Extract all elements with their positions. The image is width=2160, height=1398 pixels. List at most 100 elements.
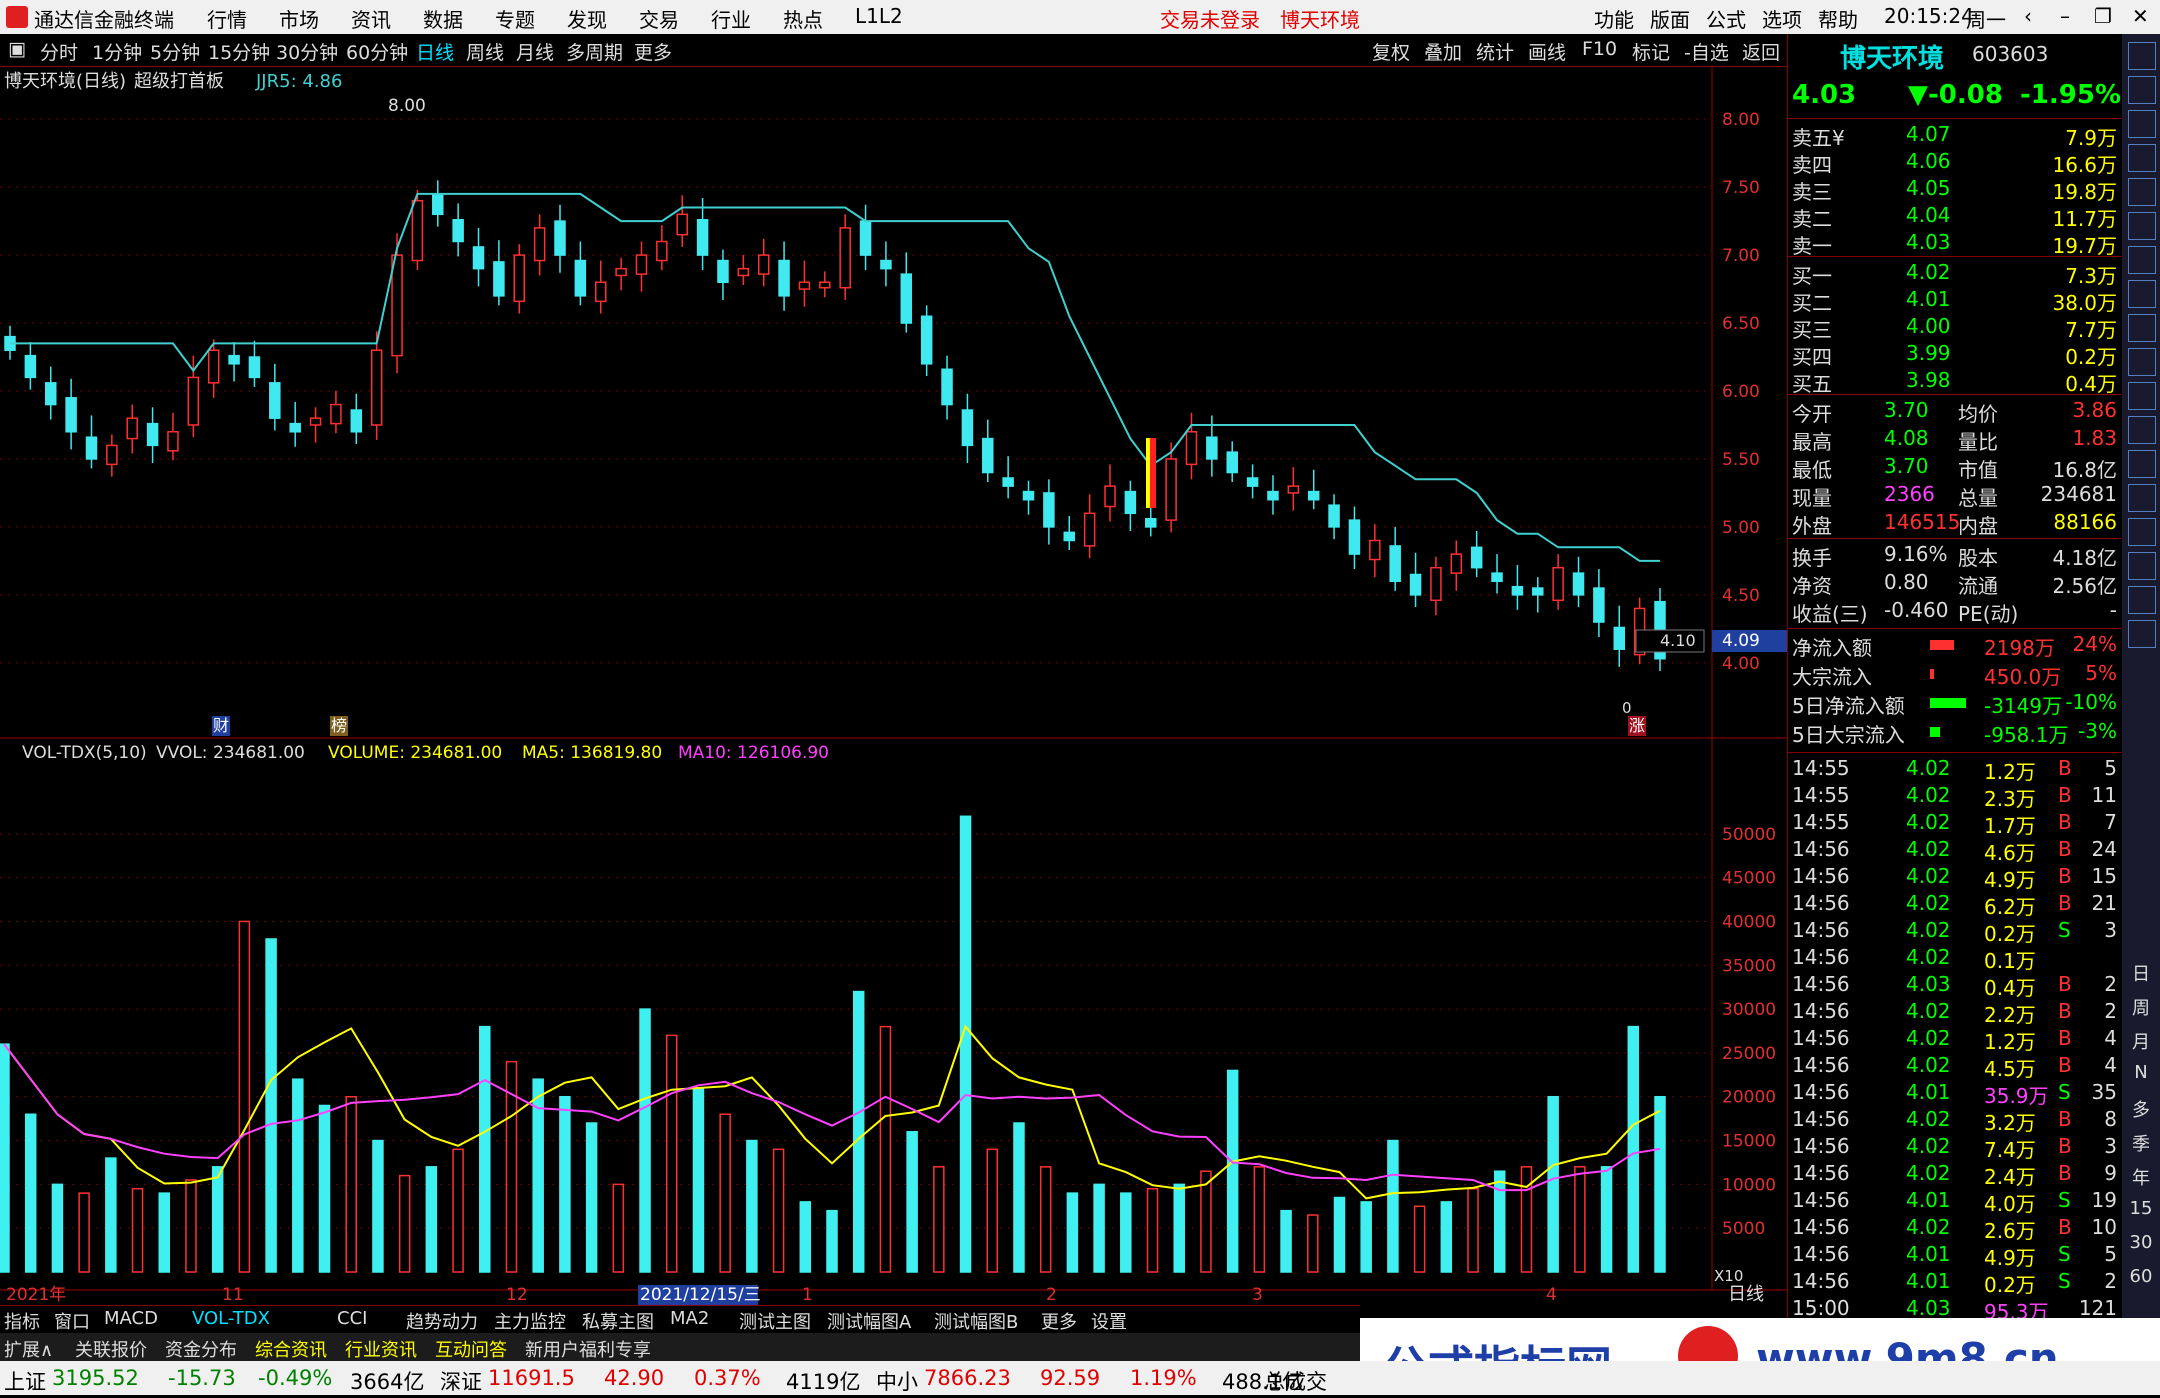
- side-tool-icon[interactable]: [2128, 620, 2156, 648]
- tab-indicator-5[interactable]: 趋势动力: [406, 1308, 478, 1334]
- period-60min[interactable]: 60分钟: [346, 38, 408, 65]
- side-tool-icon[interactable]: [2128, 144, 2156, 172]
- tab-info-5[interactable]: 互动问答: [435, 1336, 507, 1362]
- side-tool-icon[interactable]: [2128, 416, 2156, 444]
- menu-l1l2[interactable]: L1L2: [855, 4, 903, 28]
- period-fenshi[interactable]: 分时: [40, 38, 78, 65]
- period-multi[interactable]: 多周期: [566, 38, 623, 65]
- tab-info-4[interactable]: 行业资讯: [345, 1336, 417, 1362]
- menu-redian[interactable]: 热点: [783, 4, 823, 33]
- menu-faxian[interactable]: 发现: [567, 4, 607, 33]
- side-tool-icon[interactable]: [2128, 382, 2156, 410]
- panel-toggle-icon[interactable]: ▣: [8, 38, 26, 60]
- menu-xuanxiang[interactable]: 选项: [1762, 4, 1802, 33]
- side-period-7[interactable]: 15: [2126, 1198, 2156, 1219]
- side-tool-icon[interactable]: [2128, 212, 2156, 240]
- side-period-3[interactable]: N: [2126, 1062, 2156, 1083]
- side-tool-icon[interactable]: [2128, 348, 2156, 376]
- close-icon[interactable]: ✕: [2132, 4, 2149, 28]
- status-index-name[interactable]: 上证: [4, 1366, 46, 1396]
- period-monthly[interactable]: 月线: [516, 38, 554, 65]
- side-tool-icon[interactable]: [2128, 110, 2156, 138]
- tag-cai[interactable]: 财: [213, 716, 229, 735]
- login-status[interactable]: 交易未登录: [1160, 4, 1260, 33]
- tab-indicator-7[interactable]: 私募主图: [582, 1308, 654, 1334]
- tab-indicator-2[interactable]: MACD: [104, 1308, 158, 1329]
- side-tool-icon[interactable]: [2128, 552, 2156, 580]
- tab-indicator-10[interactable]: 测试幅图A: [827, 1308, 911, 1334]
- menu-jiaoyi[interactable]: 交易: [639, 4, 679, 33]
- btn-f10[interactable]: F10: [1582, 38, 1617, 60]
- side-tool-icon[interactable]: [2128, 178, 2156, 206]
- tab-indicator-11[interactable]: 测试幅图B: [934, 1308, 1018, 1334]
- side-tool-icon[interactable]: [2128, 484, 2156, 512]
- side-tool-icon[interactable]: [2128, 280, 2156, 308]
- menu-zixun[interactable]: 资讯: [351, 4, 391, 33]
- tick-row: 14:56 4.02 0.1万: [1788, 945, 2123, 973]
- menu-hangqing[interactable]: 行情: [207, 4, 247, 33]
- tick-row: 14:56 4.02 1.2万 B 4: [1788, 1026, 2123, 1054]
- period-daily[interactable]: 日线: [416, 38, 454, 65]
- tab-info-1[interactable]: 关联报价: [75, 1336, 147, 1362]
- side-tool-icon[interactable]: [2128, 450, 2156, 478]
- tab-info-2[interactable]: 资金分布: [165, 1336, 237, 1362]
- menu-shuju[interactable]: 数据: [423, 4, 463, 33]
- tab-indicator-4[interactable]: CCI: [337, 1308, 367, 1329]
- menu-gongneng[interactable]: 功能: [1594, 4, 1634, 33]
- side-period-8[interactable]: 30: [2126, 1232, 2156, 1253]
- side-period-4[interactable]: 多: [2126, 1096, 2156, 1122]
- side-period-6[interactable]: 年: [2126, 1164, 2156, 1190]
- period-more[interactable]: 更多: [634, 38, 672, 65]
- tag-bang[interactable]: 榜: [331, 716, 347, 735]
- signal-bar-red: [1150, 438, 1156, 508]
- period-1min[interactable]: 1分钟: [92, 38, 142, 65]
- side-tool-icon[interactable]: [2128, 246, 2156, 274]
- back-arrow-icon[interactable]: ‹: [2024, 4, 2032, 28]
- side-tool-icon[interactable]: [2128, 314, 2156, 342]
- tab-indicator-6[interactable]: 主力监控: [494, 1308, 566, 1334]
- menu-banmian[interactable]: 版面: [1650, 4, 1690, 33]
- side-period-0[interactable]: 日: [2126, 960, 2156, 986]
- side-period-1[interactable]: 周: [2126, 994, 2156, 1020]
- tab-info-0[interactable]: 扩展∧: [4, 1336, 53, 1362]
- btn-diejia[interactable]: 叠加: [1424, 38, 1462, 65]
- side-period-2[interactable]: 月: [2126, 1028, 2156, 1054]
- tab-indicator-13[interactable]: 设置: [1091, 1308, 1127, 1334]
- tab-indicator-12[interactable]: 更多: [1041, 1308, 1077, 1334]
- status-index-name[interactable]: 中小: [876, 1366, 918, 1396]
- tag-zhang[interactable]: 涨: [1629, 716, 1645, 735]
- menu-shichang[interactable]: 市场: [279, 4, 319, 33]
- period-5min[interactable]: 5分钟: [150, 38, 200, 65]
- tab-indicator-3[interactable]: VOL-TDX: [192, 1308, 270, 1329]
- minimize-icon[interactable]: –: [2060, 4, 2070, 28]
- tab-indicator-8[interactable]: MA2: [670, 1308, 709, 1329]
- maximize-icon[interactable]: ❐: [2094, 4, 2112, 28]
- status-index-name[interactable]: 深证: [440, 1366, 482, 1396]
- tab-info-6[interactable]: 新用户福利专享: [525, 1336, 651, 1362]
- side-tool-icon[interactable]: [2128, 586, 2156, 614]
- side-tool-icon[interactable]: [2128, 76, 2156, 104]
- menu-zhuanti[interactable]: 专题: [495, 4, 535, 33]
- tab-indicator-1[interactable]: 窗口: [54, 1308, 90, 1334]
- tab-info-3[interactable]: 综合资讯: [255, 1336, 327, 1362]
- btn-fuquan[interactable]: 复权: [1372, 38, 1410, 65]
- menu-gongshi[interactable]: 公式: [1706, 4, 1746, 33]
- volume-bar: [211, 1166, 224, 1273]
- side-tool-icon[interactable]: [2128, 42, 2156, 70]
- menu-bangzhu[interactable]: 帮助: [1818, 4, 1858, 33]
- side-period-9[interactable]: 60: [2126, 1266, 2156, 1287]
- tab-indicator-9[interactable]: 测试主图: [739, 1308, 811, 1334]
- btn-zixuan[interactable]: -自选: [1684, 38, 1729, 65]
- kline-chart[interactable]: 8.00 7.50 7.00 6.50 6.00 5.50 5.00 4.50 4.00 500…: [0, 66, 1787, 1318]
- period-15min[interactable]: 15分钟: [208, 38, 270, 65]
- period-30min[interactable]: 30分钟: [276, 38, 338, 65]
- period-weekly[interactable]: 周线: [466, 38, 504, 65]
- btn-tongji[interactable]: 统计: [1476, 38, 1514, 65]
- side-tool-icon[interactable]: [2128, 518, 2156, 546]
- btn-fanhui[interactable]: 返回: [1742, 38, 1780, 65]
- btn-biaoji[interactable]: 标记: [1632, 38, 1670, 65]
- tab-indicator-0[interactable]: 指标: [4, 1308, 40, 1334]
- side-period-5[interactable]: 季: [2126, 1130, 2156, 1156]
- menu-hangye[interactable]: 行业: [711, 4, 751, 33]
- btn-huaxian[interactable]: 画线: [1528, 38, 1566, 65]
